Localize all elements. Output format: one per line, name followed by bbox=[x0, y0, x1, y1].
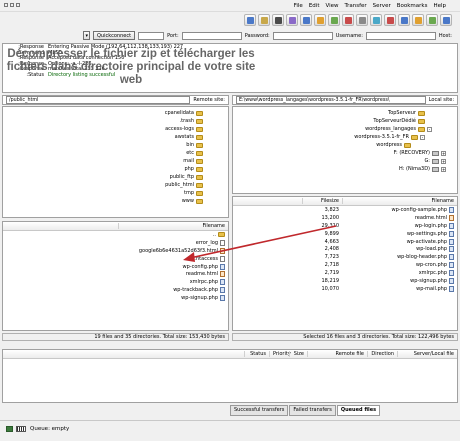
annotation-arrow bbox=[183, 225, 337, 262]
arrow-shaft bbox=[189, 225, 337, 259]
arrow-head bbox=[183, 252, 195, 262]
